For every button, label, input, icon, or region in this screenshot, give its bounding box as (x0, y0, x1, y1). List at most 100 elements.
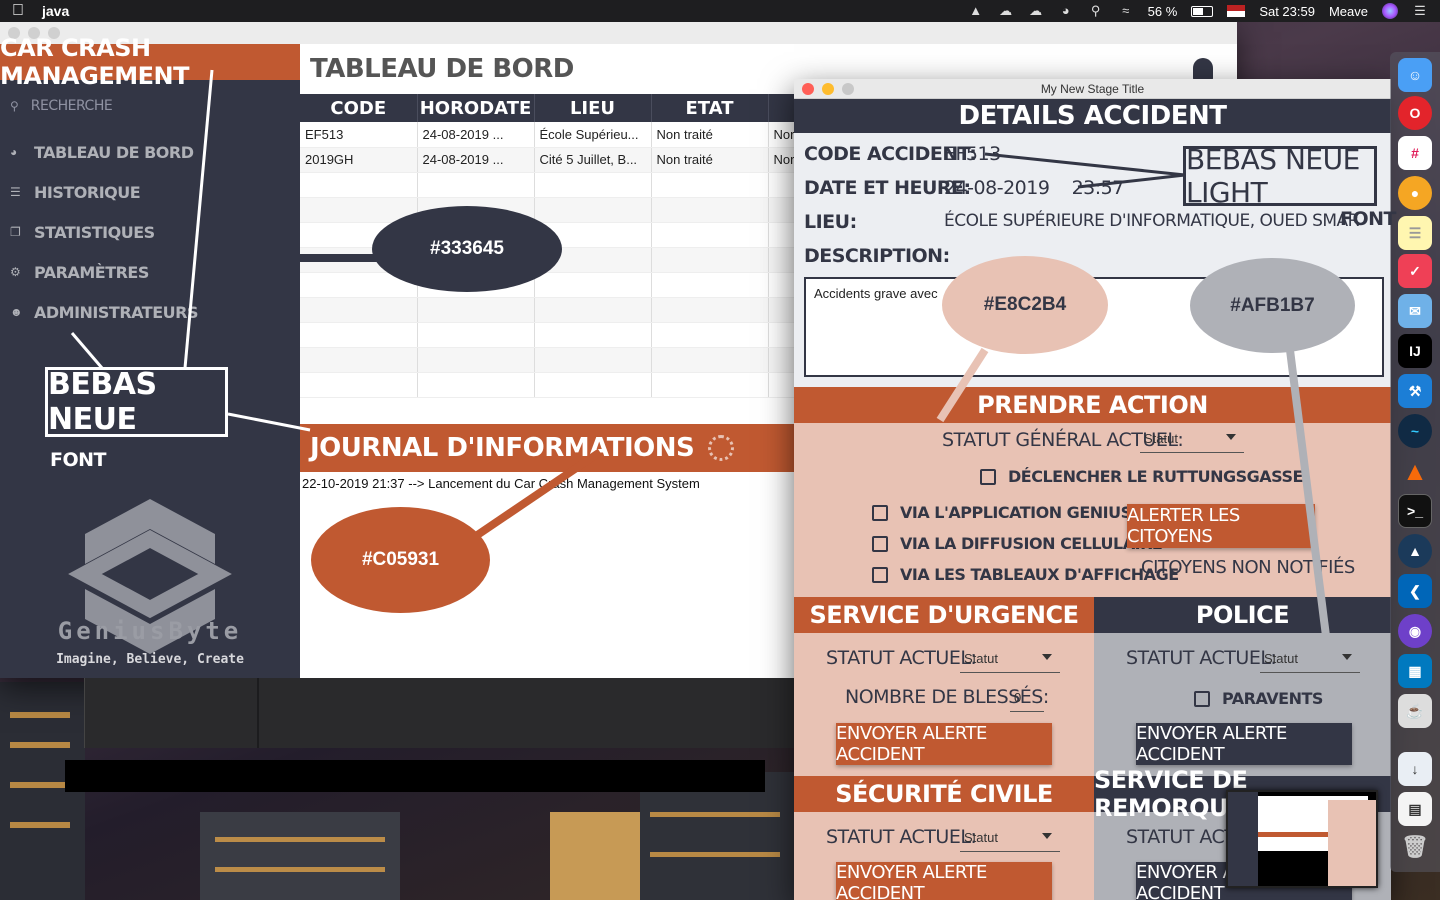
general-status-select[interactable]: Statut (1140, 425, 1244, 453)
cyberduck-icon[interactable]: ● (1398, 176, 1432, 210)
clock[interactable]: Sat 23:59 (1259, 4, 1315, 19)
screenshot-thumbnail[interactable] (1226, 790, 1378, 888)
apple-icon[interactable]:  (12, 2, 24, 20)
background-bar (65, 760, 765, 792)
journal-entry: 22-10-2019 21:37 --> Lancement du Car Cr… (302, 476, 700, 491)
finder-icon[interactable]: ☺ (1398, 58, 1432, 92)
intellij-icon[interactable]: IJ (1398, 334, 1432, 368)
documents-stack-icon[interactable]: ▤ (1398, 792, 1432, 826)
table-cell: 24-08-2019 ... (417, 147, 535, 173)
annotation-font-bebas: Bebas Neue (45, 367, 228, 437)
citizens-status: Citoyens non notifiés (1141, 557, 1355, 578)
battery-percent: 56 % (1147, 3, 1178, 19)
sidebar-item-label: Administrateurs (34, 302, 198, 322)
urgence-status-select[interactable]: Statut (960, 645, 1060, 673)
notification-center-icon[interactable]: ☰ (1412, 4, 1428, 18)
search-icon[interactable]: ⚲ (1088, 4, 1104, 18)
channel-cell-row[interactable]: Via la diffusion cellulaire (872, 534, 1163, 553)
app-menu-name[interactable]: java (42, 3, 69, 19)
vscode-icon[interactable]: ❮ (1398, 574, 1432, 608)
trigger-checkbox[interactable] (980, 468, 996, 485)
securite-section: Sécurité civile Statut actuel: Statut En… (794, 776, 1094, 900)
alert-citizens-button[interactable]: Alerter les citoyens (1127, 504, 1315, 548)
notes-icon[interactable]: ☰ (1398, 216, 1432, 250)
sidebar-item-label: Historique (34, 182, 141, 202)
annotation-color-orange: #C05931 (311, 507, 490, 613)
copy-icon: ❐ (10, 225, 21, 239)
select-value: Statut (964, 651, 998, 666)
police-status-select[interactable]: Statut (1260, 645, 1360, 673)
annotation-color-grey: #AFB1B7 (1190, 258, 1355, 353)
flask-icon[interactable]: ▲ (968, 4, 984, 18)
input-value: 0 (1014, 690, 1022, 705)
github-icon[interactable]: ◉ (1398, 614, 1432, 648)
mail-icon[interactable]: ✉ (1398, 294, 1432, 328)
detail-titlebar: My New Stage Title (794, 79, 1391, 99)
window-title: My New Stage Title (1040, 82, 1145, 96)
paravents-checkbox[interactable] (1194, 690, 1210, 707)
channel-board-checkbox[interactable] (872, 566, 888, 583)
sidebar-item-dashboard[interactable]: ◕ Tableau de bord (0, 132, 300, 172)
channel-cell-checkbox[interactable] (872, 535, 888, 552)
securite-status-select[interactable]: Statut (960, 824, 1060, 852)
channel-app-checkbox[interactable] (872, 504, 888, 521)
list-icon: ☰ (10, 185, 21, 199)
search-input[interactable]: Recherche (31, 98, 113, 114)
sidebar-item-statistics[interactable]: ❐ Statistiques (0, 212, 300, 252)
opera-icon[interactable]: O (1398, 96, 1432, 130)
waveform-icon[interactable]: ~ (1398, 414, 1432, 448)
table-cell: Cité 5 Juillet, B... (534, 147, 652, 173)
paravents-row[interactable]: Paravents (1194, 689, 1323, 708)
column-header[interactable]: Code (300, 94, 418, 122)
column-header[interactable]: Horodate (417, 94, 535, 122)
police-alert-button[interactable]: Envoyer alerte accident (1136, 723, 1352, 765)
column-header[interactable]: Lieu (534, 94, 652, 122)
select-value: Statut (1144, 431, 1178, 446)
sidebar-item-admins[interactable]: ☻ Administrateurs (0, 292, 300, 332)
police-header: Police (1094, 597, 1391, 633)
logo-tagline: Imagine, Believe, Create (56, 652, 244, 667)
cloud-icon[interactable]: ☁ (1028, 4, 1044, 18)
sidebar-item-settings[interactable]: ⚙ Paramètres (0, 252, 300, 292)
securite-alert-button[interactable]: Envoyer alerte accident (836, 862, 1052, 900)
trello-icon[interactable]: ▦ (1398, 654, 1432, 688)
blesses-input[interactable]: 0 (1010, 684, 1044, 712)
flag-icon[interactable] (1227, 5, 1246, 17)
wifi-icon[interactable]: ≈ (1118, 4, 1134, 18)
urgence-alert-button[interactable]: Envoyer alerte accident (836, 723, 1052, 765)
user-name[interactable]: Meave (1329, 4, 1368, 19)
trash-icon[interactable]: 🗑 (1398, 830, 1432, 864)
menu-bar:  java ▲ ☁ ☁ ◕ ⚲ ≈ 56 % Sat 23:59 Meave … (0, 0, 1440, 22)
battery-icon[interactable] (1191, 5, 1214, 17)
sidebar-item-history[interactable]: ☰ Historique (0, 172, 300, 212)
flask-app-icon[interactable]: ▲ (1398, 534, 1432, 568)
sublime-icon[interactable]: ▲ (1398, 454, 1432, 488)
siri-icon[interactable] (1382, 3, 1398, 19)
app-title: Car Crash Management (0, 34, 300, 90)
annotation-font-word: Font (50, 449, 107, 471)
xcode-icon[interactable]: ⚒ (1398, 374, 1432, 408)
table-cell: EF513 (300, 122, 418, 148)
cloud-outline-icon[interactable]: ☁ (998, 4, 1014, 18)
chevron-down-icon (1042, 833, 1052, 839)
police-section: Police Statut actuel: Statut Paravents E… (1094, 597, 1391, 777)
page-title: Tableau de bord (310, 54, 574, 84)
coffee-icon[interactable]: ☕ (1398, 694, 1432, 728)
terminal-icon[interactable]: >_ (1398, 494, 1432, 528)
users-icon: ☻ (10, 305, 23, 319)
annotation-color-dark: #333645 (372, 206, 562, 292)
chevron-down-icon (1042, 654, 1052, 660)
bell-icon[interactable] (1193, 58, 1213, 80)
slack-icon[interactable]: # (1398, 136, 1432, 170)
column-header[interactable]: Etat (651, 94, 769, 122)
select-value: Statut (964, 830, 998, 845)
channel-label: Via la diffusion cellulaire (900, 534, 1163, 553)
pocket-icon[interactable]: ✓ (1398, 254, 1432, 288)
geniusbyte-logo-icon (68, 499, 232, 654)
channel-label: Via les tableaux d'affichage (900, 565, 1179, 584)
d-circle-icon[interactable]: ◕ (1058, 4, 1074, 18)
table-cell: Non traité (651, 122, 769, 148)
downloads-stack-icon[interactable]: ↓ (1398, 752, 1432, 786)
trigger-checkbox-row[interactable]: Déclencher le Ruttungsgasse (980, 467, 1303, 486)
channel-board-row[interactable]: Via les tableaux d'affichage (872, 565, 1179, 584)
